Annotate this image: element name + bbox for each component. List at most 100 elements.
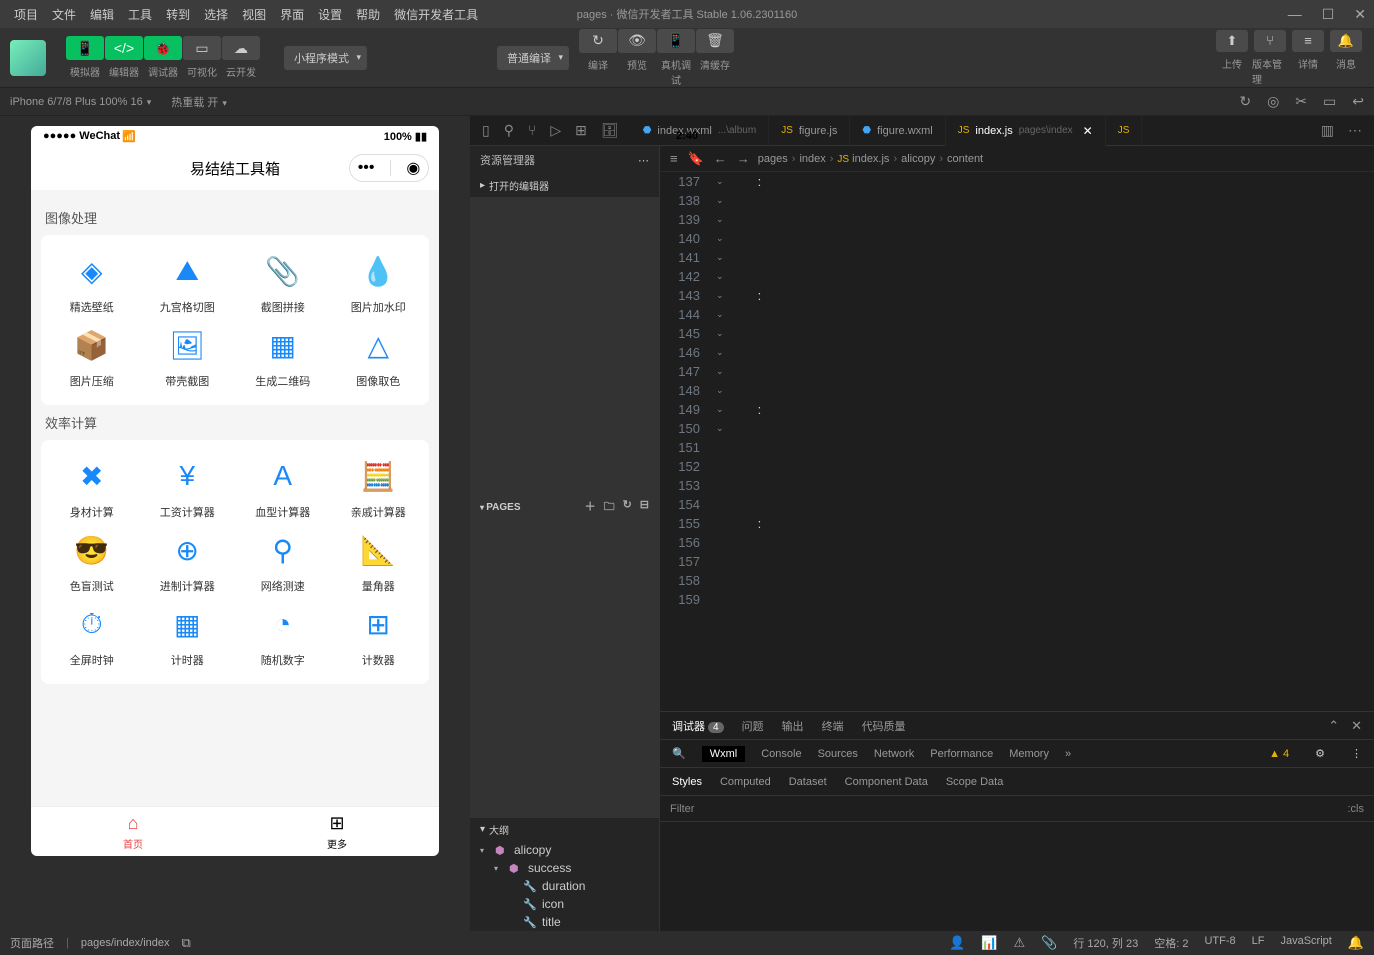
toggle-可视化[interactable]: ▭ [183, 36, 221, 60]
breadcrumb-item[interactable]: content [947, 153, 983, 165]
tool-item[interactable]: 📐量角器 [336, 530, 422, 594]
warning-count[interactable]: ▲4 [1269, 748, 1289, 760]
bell-icon[interactable]: 🔔 [1348, 935, 1364, 951]
devtools-tab[interactable]: Memory [1009, 748, 1049, 760]
menu-item[interactable]: 文件 [46, 4, 82, 25]
encoding[interactable]: UTF-8 [1204, 935, 1235, 951]
minimize-button[interactable]: — [1288, 6, 1302, 23]
devtools-tab[interactable]: Network [874, 748, 914, 760]
debugger-tab[interactable]: 终端 [822, 718, 844, 734]
breadcrumb-item[interactable]: alicopy [901, 153, 935, 165]
breadcrumb-item[interactable]: index [799, 153, 825, 165]
editor-tab[interactable]: JSindex.jspages\index✕ [946, 116, 1106, 146]
new-file-icon[interactable]: ＋ [585, 498, 596, 517]
menu-item[interactable]: 编辑 [84, 4, 120, 25]
back-icon[interactable]: ↩ [1352, 93, 1364, 110]
page-path[interactable]: pages/index/index [81, 937, 170, 949]
toggle-编辑器[interactable]: </> [105, 36, 143, 60]
tool-item[interactable]: 💧图片加水印 [336, 251, 422, 315]
toggle-模拟器[interactable]: 📱 [66, 36, 104, 60]
tool-item[interactable]: ⚲网络测速 [240, 530, 326, 594]
copy-icon[interactable]: ⧉ [182, 935, 191, 951]
tool-item[interactable]: 🖼带壳截图 [145, 325, 231, 389]
outline-node[interactable]: 🔧title [470, 913, 659, 931]
back-icon[interactable]: ← [714, 151, 727, 167]
devtools-tab[interactable]: Wxml [702, 746, 746, 762]
more-icon[interactable]: ⋯ [1348, 122, 1362, 139]
action-详情[interactable]: ≡详情 [1290, 30, 1326, 86]
files-icon[interactable]: ▯ [482, 122, 490, 139]
outline-node[interactable]: 🔧duration [470, 877, 659, 895]
tool-item[interactable]: ▦计时器 [145, 604, 231, 668]
menu-item[interactable]: 视图 [236, 4, 272, 25]
spaces[interactable]: 空格: 2 [1154, 935, 1188, 951]
capsule[interactable]: •••◉ [349, 154, 429, 182]
search-icon[interactable]: ⚲ [504, 122, 514, 139]
styles-subtab[interactable]: Component Data [845, 776, 928, 788]
warn-icon[interactable]: ⚠ [1014, 935, 1026, 951]
phone-body[interactable]: 图像处理 ◈精选壁纸⛰九宫格切图📎截图拼接💧图片加水印📦图片压缩🖼带壳截图▦生成… [31, 190, 439, 806]
tool-item[interactable]: 📦图片压缩 [49, 325, 135, 389]
collapse-icon[interactable]: ⊟ [640, 498, 649, 517]
editor-tab[interactable]: JSfigure.js [769, 116, 850, 146]
menu-item[interactable]: 帮助 [350, 4, 386, 25]
outline-node[interactable]: ▾⬢alicopy [470, 841, 659, 859]
gear-icon[interactable]: ⚙ [1315, 747, 1325, 760]
device-select[interactable]: iPhone 6/7/8 Plus 100% 16▾ [10, 96, 151, 108]
chevron-up-icon[interactable]: ⌃ [1328, 718, 1339, 734]
editor-tab[interactable]: ⬣figure.wxml [850, 116, 945, 146]
breadcrumb-item[interactable]: pages [758, 153, 788, 165]
inspect-icon[interactable]: 🔍 [672, 747, 686, 760]
tool-item[interactable]: ✖身材计算 [49, 456, 135, 520]
device-icon[interactable]: ▭ [1323, 93, 1336, 110]
menu-item[interactable]: 微信开发者工具 [388, 4, 484, 25]
code-editor[interactable]: 1371381391401411421431441451461471481491… [660, 172, 1374, 711]
tool-item[interactable]: 😎色盲测试 [49, 530, 135, 594]
menu-item[interactable]: 工具 [122, 4, 158, 25]
tool-item[interactable]: ◈精选壁纸 [49, 251, 135, 315]
devtools-tab[interactable]: Sources [818, 748, 858, 760]
chart-icon[interactable]: 📊 [981, 935, 997, 951]
refresh-icon[interactable]: ↻ [623, 498, 632, 517]
rotate-icon[interactable]: ↻ [1239, 93, 1251, 110]
target-icon[interactable]: ◉ [406, 158, 420, 178]
menu-item[interactable]: 界面 [274, 4, 310, 25]
extensions-icon[interactable]: ⊞ [575, 122, 587, 139]
debugger-tab[interactable]: 问题 [742, 718, 764, 734]
forward-icon[interactable]: → [737, 151, 750, 167]
debugger-tab[interactable]: 调试器4 [672, 718, 724, 734]
menu-item[interactable]: 选择 [198, 4, 234, 25]
close-button[interactable]: ✕ [1354, 6, 1366, 23]
styles-subtab[interactable]: Scope Data [946, 776, 1003, 788]
user-icon[interactable]: 👤 [949, 935, 965, 951]
more-icon[interactable]: ⋯ [638, 154, 649, 167]
outline-node[interactable]: 🔧icon [470, 895, 659, 913]
menu-item[interactable]: 转到 [160, 4, 196, 25]
debug-icon[interactable]: ▷ [550, 122, 561, 139]
outline-node[interactable]: ▾⬢success [470, 859, 659, 877]
styles-subtab[interactable]: Computed [720, 776, 771, 788]
outline-header[interactable]: ▾大纲 [470, 818, 659, 841]
bookmark-icon[interactable]: 🔖 [688, 151, 704, 167]
tool-item[interactable]: ⛰九宫格切图 [145, 251, 231, 315]
menu-icon[interactable]: ≡ [670, 151, 678, 167]
devtools-tab[interactable]: Console [761, 748, 801, 760]
action-清缓存[interactable]: 🗑 [696, 29, 734, 53]
tool-item[interactable]: ⊕进制计算器 [145, 530, 231, 594]
cls-toggle[interactable]: :cls [1348, 803, 1365, 815]
action-上传[interactable]: ⬆上传 [1214, 30, 1250, 86]
debugger-tab[interactable]: 代码质量 [862, 718, 906, 734]
maximize-button[interactable]: ☐ [1322, 6, 1335, 23]
menu-item[interactable]: 项目 [8, 4, 44, 25]
more-icon[interactable]: » [1065, 748, 1071, 760]
styles-subtab[interactable]: Styles [672, 776, 702, 788]
clip-icon[interactable]: 📎 [1041, 935, 1057, 951]
filter-input[interactable]: Filter [670, 803, 694, 815]
cut-icon[interactable]: ✂ [1295, 93, 1307, 110]
tool-item[interactable]: ¥工资计算器 [145, 456, 231, 520]
tabbar-item[interactable]: ⌂首页 [31, 807, 235, 856]
tool-item[interactable]: A血型计算器 [240, 456, 326, 520]
editor-tab[interactable]: JS [1106, 116, 1143, 146]
action-版本管理[interactable]: ⑂版本管理 [1252, 30, 1288, 86]
tool-item[interactable]: ⏱全屏时钟 [49, 604, 135, 668]
